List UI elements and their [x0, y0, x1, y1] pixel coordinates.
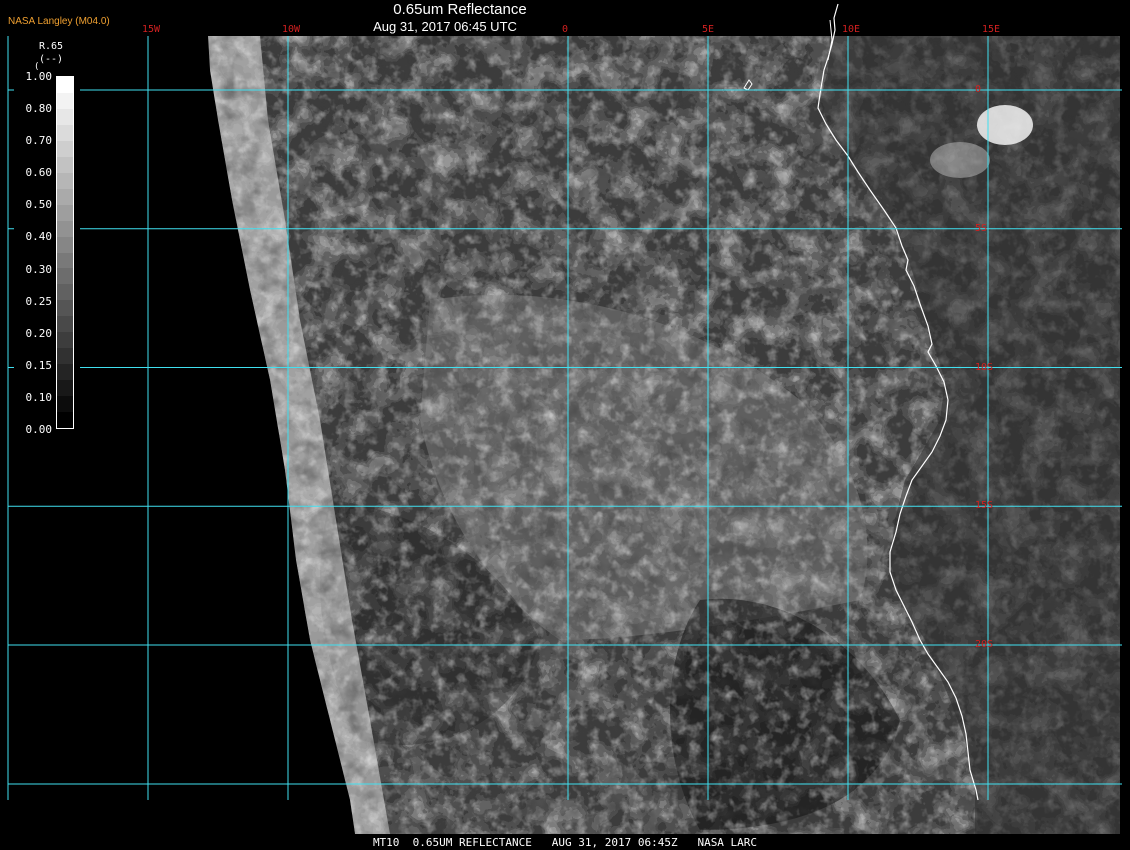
legend-tick-label: 0.60	[25, 166, 53, 180]
legend-swatch	[57, 188, 73, 206]
longitude-label: 10W	[282, 24, 301, 35]
longitude-label: 10E	[842, 24, 861, 35]
legend-swatch	[57, 108, 73, 126]
legend-title: R.65	[38, 41, 64, 52]
legend-swatch	[57, 284, 73, 301]
legend-tick-label: 0.10	[25, 390, 53, 404]
legend-swatch	[57, 172, 73, 190]
legend-tick-label: 0.20	[25, 326, 53, 340]
legend-swatch	[57, 364, 73, 381]
color-legend: R.65 (--) ( 1.00 0.80 0.70 0.60 0.50 0.40 0.30…	[14, 38, 80, 440]
legend-tick-label: 0.40	[25, 230, 53, 244]
legend-swatch	[57, 300, 73, 317]
legend-swatch	[57, 140, 73, 158]
latitude-label: 20S	[975, 639, 994, 650]
legend-tick-label: 0.30	[25, 262, 53, 276]
longitude-label: 15W	[142, 24, 161, 35]
legend-swatch	[57, 380, 73, 397]
legend-swatch	[57, 124, 73, 142]
legend-tick-label: 1.00	[25, 70, 53, 83]
satellite-map	[7, 3, 1122, 834]
footer-caption: MT10 0.65UM REFLECTANCE AUG 31, 2017 06:…	[372, 836, 758, 849]
legend-swatch	[57, 348, 73, 365]
latitude-label: 10S	[975, 361, 994, 373]
legend-swatch	[57, 412, 73, 429]
legend-swatch	[57, 332, 73, 349]
longitude-label: 0	[562, 24, 569, 35]
legend-tick-label: 0.80	[25, 102, 53, 116]
legend-tick-label: 0.70	[25, 134, 53, 148]
latitude-label: 5S	[975, 222, 988, 234]
legend-swatch	[57, 156, 73, 174]
legend-tick-label: 0.00	[25, 423, 53, 436]
legend-swatch	[57, 77, 73, 94]
longitude-label: 15E	[982, 24, 1001, 35]
legend-tick-label: 0.15	[25, 358, 53, 372]
legend-swatch	[57, 236, 73, 253]
product-title: 0.65um Reflectance	[393, 1, 527, 18]
latitude-label: 0	[975, 84, 982, 95]
latitude-label: 15S	[975, 500, 994, 512]
legend-tick-label: 0.50	[25, 198, 53, 212]
legend-swatch	[57, 92, 73, 110]
legend-swatch	[57, 396, 73, 413]
legend-swatch	[57, 268, 73, 285]
legend-swatch	[57, 252, 73, 269]
image-datetime: Aug 31, 2017 06:45 UTC	[373, 19, 517, 34]
legend-colorbar	[56, 76, 74, 429]
legend-swatch	[57, 316, 73, 333]
legend-tick-label: 0.25	[25, 294, 53, 308]
longitude-label: 5E	[702, 24, 715, 35]
legend-swatch	[57, 220, 73, 238]
legend-swatch	[57, 204, 73, 222]
